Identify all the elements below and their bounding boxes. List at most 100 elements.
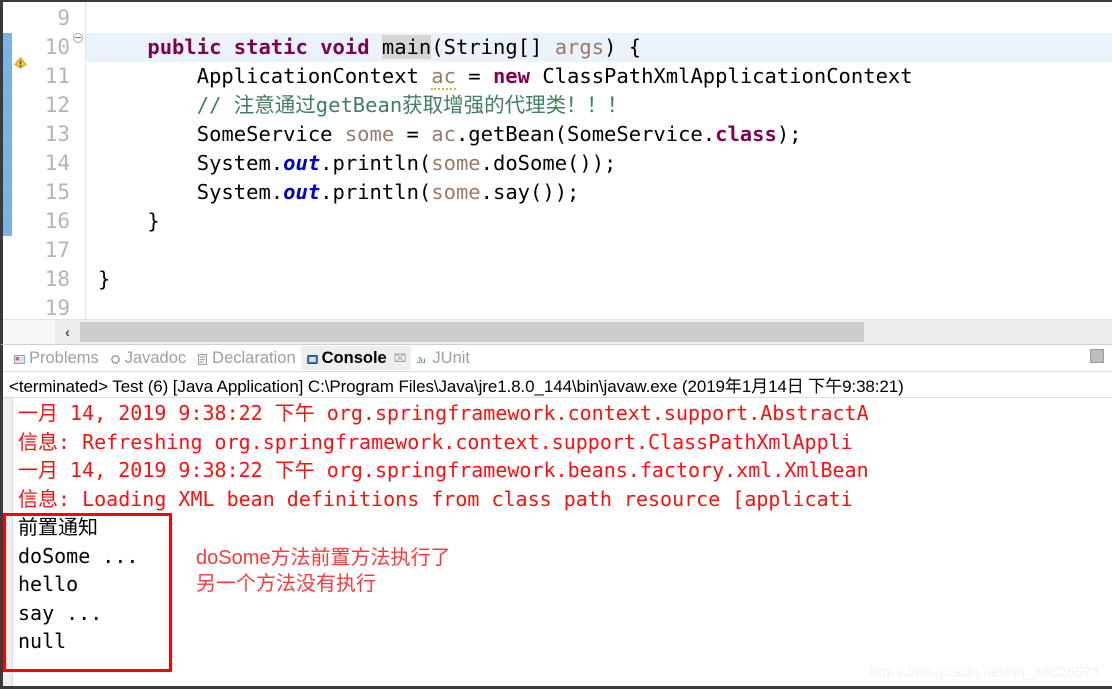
code-token: static	[233, 35, 308, 59]
line-number: 11	[44, 64, 70, 88]
tab-declaration[interactable]: Declaration	[191, 346, 300, 370]
console-output-line: hello	[18, 572, 79, 596]
code-token: out	[283, 180, 321, 204]
code-token: (String[]	[431, 35, 555, 59]
line-number: 12	[44, 93, 70, 117]
problems-icon	[13, 352, 26, 365]
console-output-line: 信息: Loading XML bean definitions from cl…	[18, 486, 853, 511]
tab-label: Console	[321, 348, 387, 367]
code-token: );	[776, 122, 802, 146]
code-line[interactable]: System.out.println(some.say());	[86, 178, 1112, 207]
tab-label: JUnit	[432, 348, 471, 367]
code-token: .say());	[480, 180, 580, 204]
junit-icon: Ju	[416, 352, 429, 365]
console-output-line: 一月 14, 2019 9:38:22 下午 org.springframewo…	[18, 401, 869, 425]
line-number: 15	[44, 180, 70, 204]
code-token: ApplicationContext	[98, 64, 432, 88]
declaration-icon	[196, 352, 209, 365]
watermark: https://blog.csdn.net/qq_38526573	[869, 664, 1100, 681]
warning-marker-icon[interactable]	[13, 55, 28, 70]
code-token: out	[283, 151, 321, 175]
fold-collapse-icon[interactable]	[73, 33, 83, 43]
editor-body[interactable]: 9 10 11 12 13 14 15 16 17 18 19 public static void…	[3, 2, 1112, 320]
line-number: 10	[44, 35, 70, 59]
console-output-region[interactable]: 一月 14, 2019 9:38:22 下午 org.springframewo…	[3, 398, 1112, 686]
scrollbar-track[interactable]	[80, 320, 1112, 344]
tab-junit[interactable]: Ju JUnit	[411, 346, 475, 370]
console-icon	[306, 352, 319, 365]
tab-label: Declaration	[212, 348, 296, 367]
console-output-line: say ...	[18, 600, 103, 625]
code-token: System.	[98, 151, 284, 175]
terminated-process-line: <terminated> Test (6) [Java Application]…	[9, 377, 904, 396]
code-token: class	[715, 122, 777, 146]
code-token: SomeService	[98, 122, 345, 146]
tab-label: Javadoc	[124, 348, 187, 367]
line-number: 14	[44, 151, 70, 175]
scrollbar-left-pad	[3, 320, 55, 344]
tab-javadoc[interactable]: Javadoc	[104, 346, 191, 370]
code-token: some	[344, 122, 395, 146]
code-line[interactable]: public static void main(String[] args) {	[86, 33, 1112, 62]
code-editor[interactable]: 9 10 11 12 13 14 15 16 17 18 19 public static void…	[0, 0, 1112, 344]
code-line[interactable]: // 注意通过getBean获取增强的代理类！！！	[86, 91, 1112, 120]
code-token: ac	[431, 122, 456, 146]
code-token: .doSome());	[480, 151, 617, 175]
close-icon[interactable]: ⌧	[394, 352, 407, 365]
annotation-line-1: doSome方法前置方法执行了	[196, 547, 451, 569]
code-token: }	[98, 209, 160, 233]
code-token: .getBean(SomeService.	[455, 122, 716, 146]
code-token: new	[492, 64, 530, 88]
line-number: 16	[44, 209, 70, 233]
fold-column[interactable]	[71, 2, 86, 320]
tab-console[interactable]: Console ⌧	[300, 346, 412, 370]
code-text-area[interactable]: public static void main(String[] args) {…	[86, 2, 1112, 320]
console-output-line: 一月 14, 2019 9:38:22 下午 org.springframewo…	[18, 458, 869, 482]
code-token: void	[320, 35, 370, 59]
svg-text:Ju: Ju	[417, 355, 426, 364]
code-token: some	[431, 151, 481, 175]
tab-problems[interactable]: Problems	[8, 346, 104, 370]
code-token: ) {	[604, 35, 642, 59]
code-token: ac	[431, 64, 456, 90]
code-line[interactable]	[86, 4, 1112, 33]
code-line[interactable]: }	[86, 207, 1112, 236]
view-tab-bar[interactable]: Problems Javadoc Declaration Console ⌧ Ju JUni…	[3, 345, 1112, 371]
change-bar	[3, 33, 12, 236]
code-line[interactable]	[86, 294, 1112, 320]
console-output-line: doSome ...	[18, 543, 139, 568]
code-token: args	[554, 35, 605, 59]
code-line[interactable]	[86, 236, 1112, 265]
scroll-left-arrow-icon[interactable]: ‹	[55, 320, 80, 344]
marker-column[interactable]	[12, 2, 30, 320]
code-token: }	[98, 267, 111, 291]
javadoc-icon	[109, 352, 122, 365]
line-number: 9	[57, 6, 70, 30]
code-token: .println(	[320, 180, 432, 204]
code-line[interactable]: }	[86, 265, 1112, 294]
code-line[interactable]: ApplicationContext ac = new ClassPathXml…	[86, 62, 1112, 91]
scrollbar-thumb[interactable]	[80, 322, 865, 342]
console-panel[interactable]: Problems Javadoc Declaration Console ⌧ Ju JUni…	[0, 344, 1112, 689]
code-token: some	[431, 180, 481, 204]
editor-horizontal-scrollbar[interactable]: ‹	[3, 319, 1112, 344]
annotation-text: doSome方法前置方法执行了 另一个方法没有执行	[196, 545, 451, 597]
code-token: =	[455, 64, 493, 88]
console-output-line: 前置通知	[18, 515, 98, 539]
code-line[interactable]: SomeService some = ac.getBean(SomeServic…	[86, 120, 1112, 149]
line-number: 17	[44, 238, 70, 262]
line-number: 18	[44, 267, 70, 291]
code-token: // 注意通过getBean获取增强的代理类！！！	[98, 93, 628, 117]
code-token: ClassPathXmlApplicationContext	[530, 64, 913, 88]
code-token: =	[394, 122, 432, 146]
code-token: System.	[98, 180, 284, 204]
console-output-line: null	[18, 629, 67, 653]
code-line[interactable]: System.out.println(some.doSome());	[86, 149, 1112, 178]
console-toolbar-icon[interactable]	[1090, 349, 1104, 363]
change-bar-column	[3, 2, 12, 320]
code-token: main	[381, 35, 432, 59]
